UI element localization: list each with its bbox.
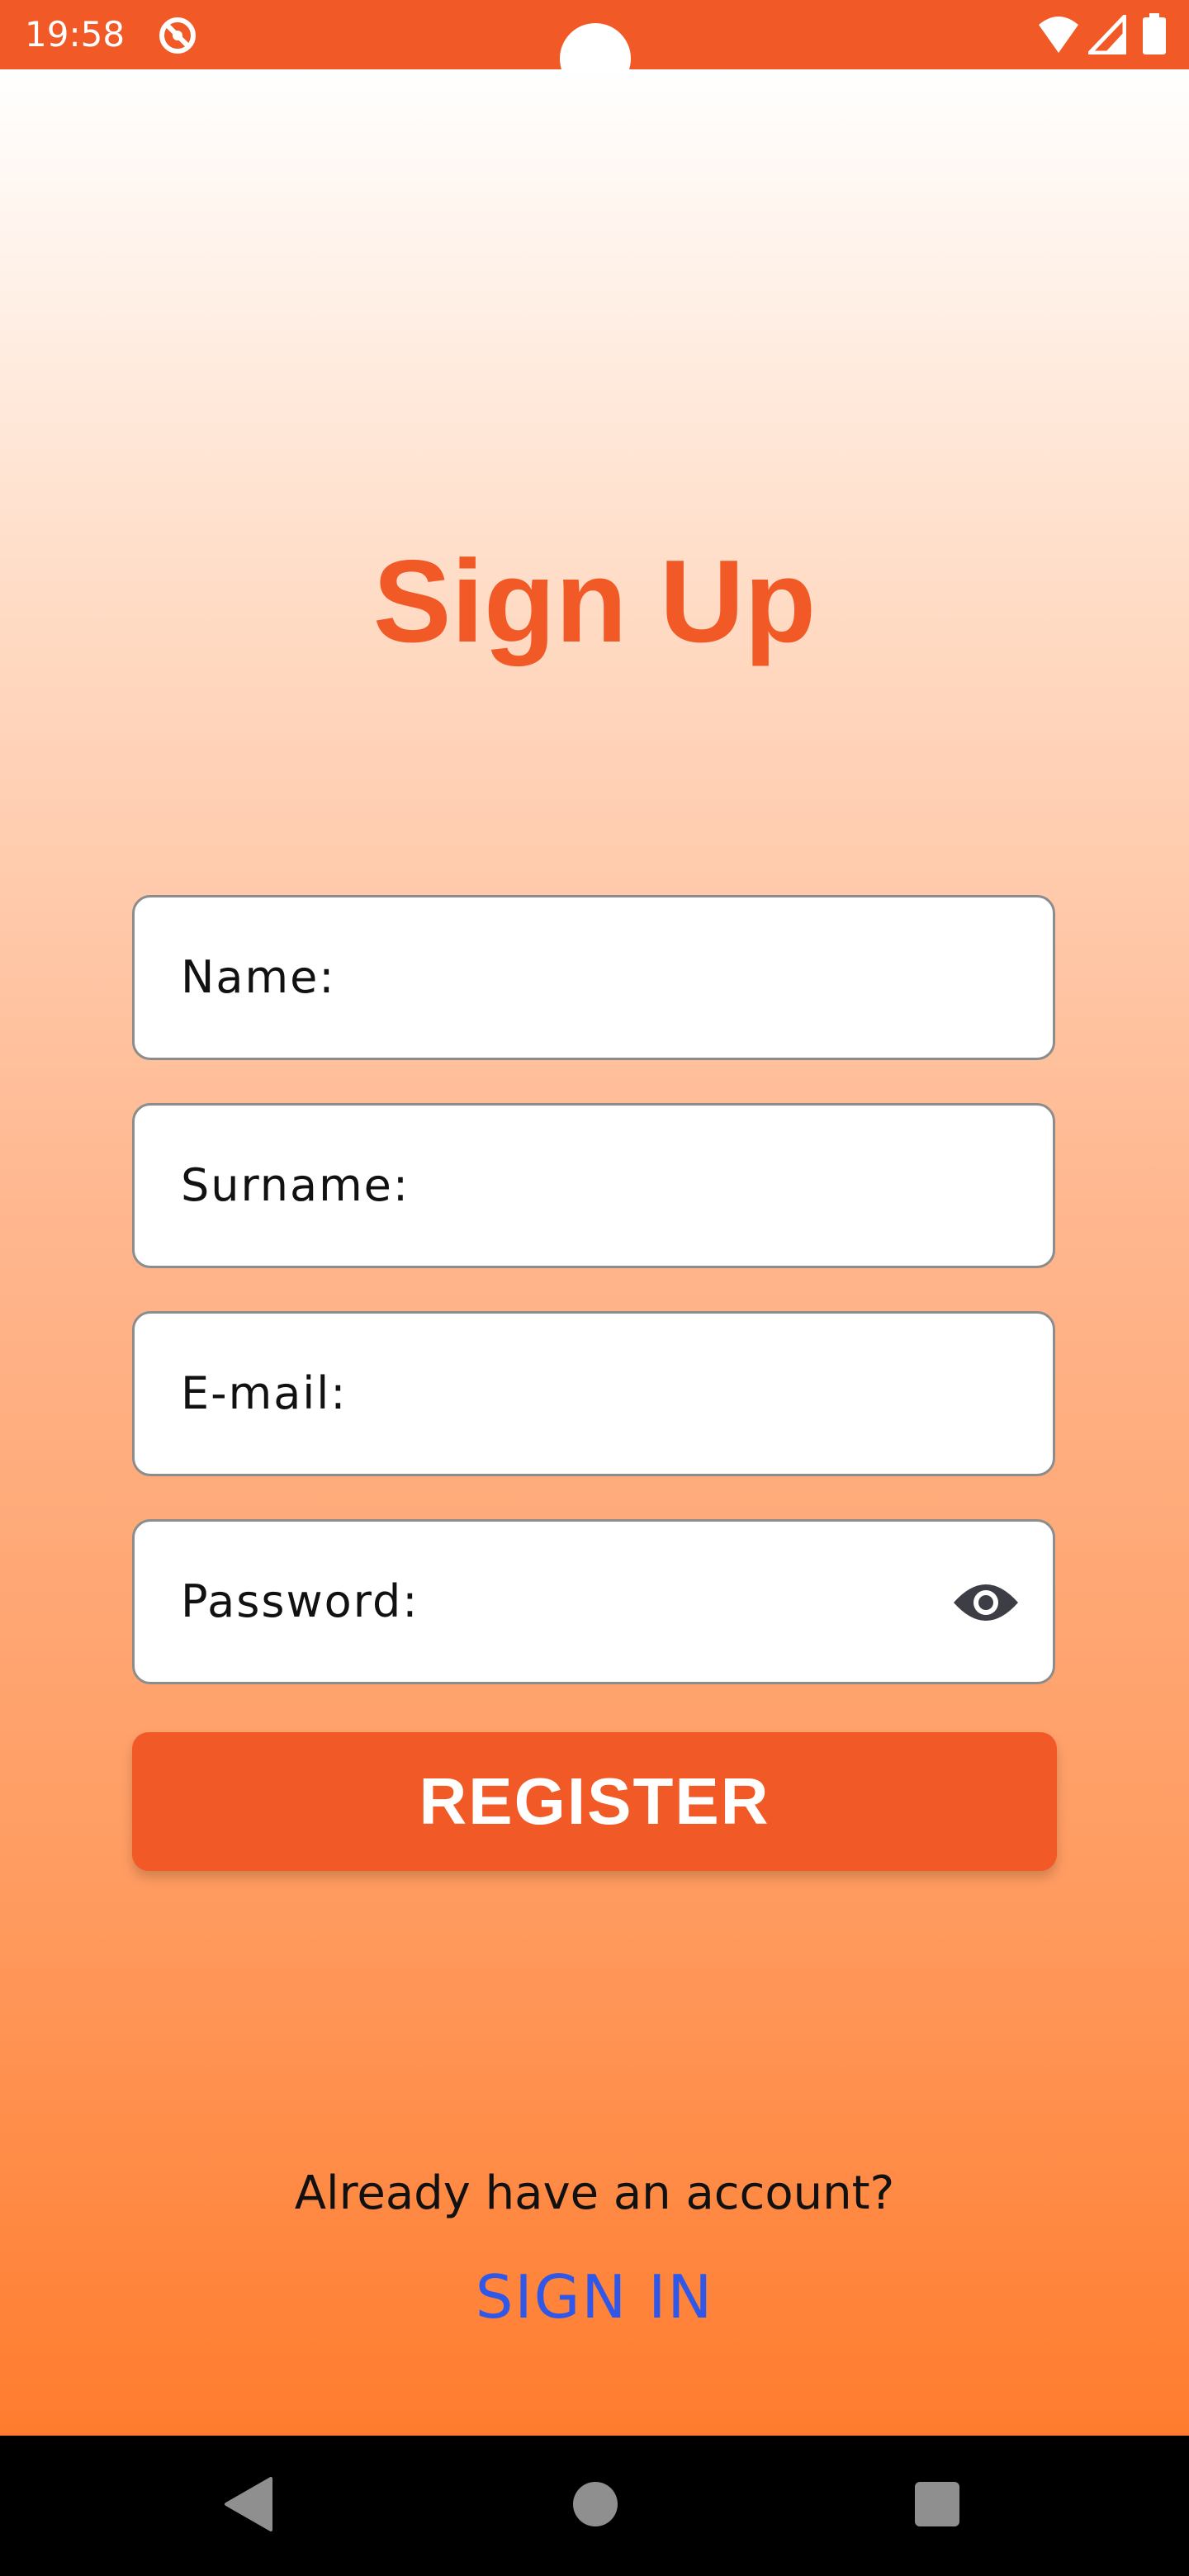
status-time: 19:58 bbox=[25, 14, 126, 54]
name-input[interactable] bbox=[135, 897, 1053, 1058]
password-input[interactable] bbox=[135, 1522, 1053, 1682]
sign-up-screen: Sign Up Name: Surname: E-mail: Password:… bbox=[0, 69, 1189, 2436]
eye-icon[interactable] bbox=[952, 1578, 1020, 1627]
battery-icon bbox=[1143, 13, 1166, 54]
app-notification-icon bbox=[159, 17, 196, 54]
recents-icon[interactable] bbox=[915, 2482, 959, 2526]
register-button[interactable]: REGISTER bbox=[132, 1732, 1057, 1871]
email-field[interactable]: E-mail: bbox=[132, 1311, 1055, 1476]
home-icon[interactable] bbox=[573, 2482, 618, 2526]
password-field[interactable]: Password: bbox=[132, 1519, 1055, 1684]
name-field[interactable]: Name: bbox=[132, 895, 1055, 1060]
back-icon[interactable] bbox=[223, 2477, 272, 2531]
email-input[interactable] bbox=[135, 1314, 1053, 1474]
navigation-bar bbox=[0, 2436, 1189, 2576]
surname-field[interactable]: Surname: bbox=[132, 1103, 1055, 1268]
surname-input[interactable] bbox=[135, 1106, 1053, 1266]
already-have-account-text: Already have an account? bbox=[294, 2166, 895, 2220]
signal-icon bbox=[1088, 15, 1126, 54]
wifi-icon bbox=[1039, 17, 1078, 53]
sign-in-link[interactable]: SIGN IN bbox=[0, 2262, 1189, 2332]
page-title: Sign Up bbox=[372, 536, 817, 667]
